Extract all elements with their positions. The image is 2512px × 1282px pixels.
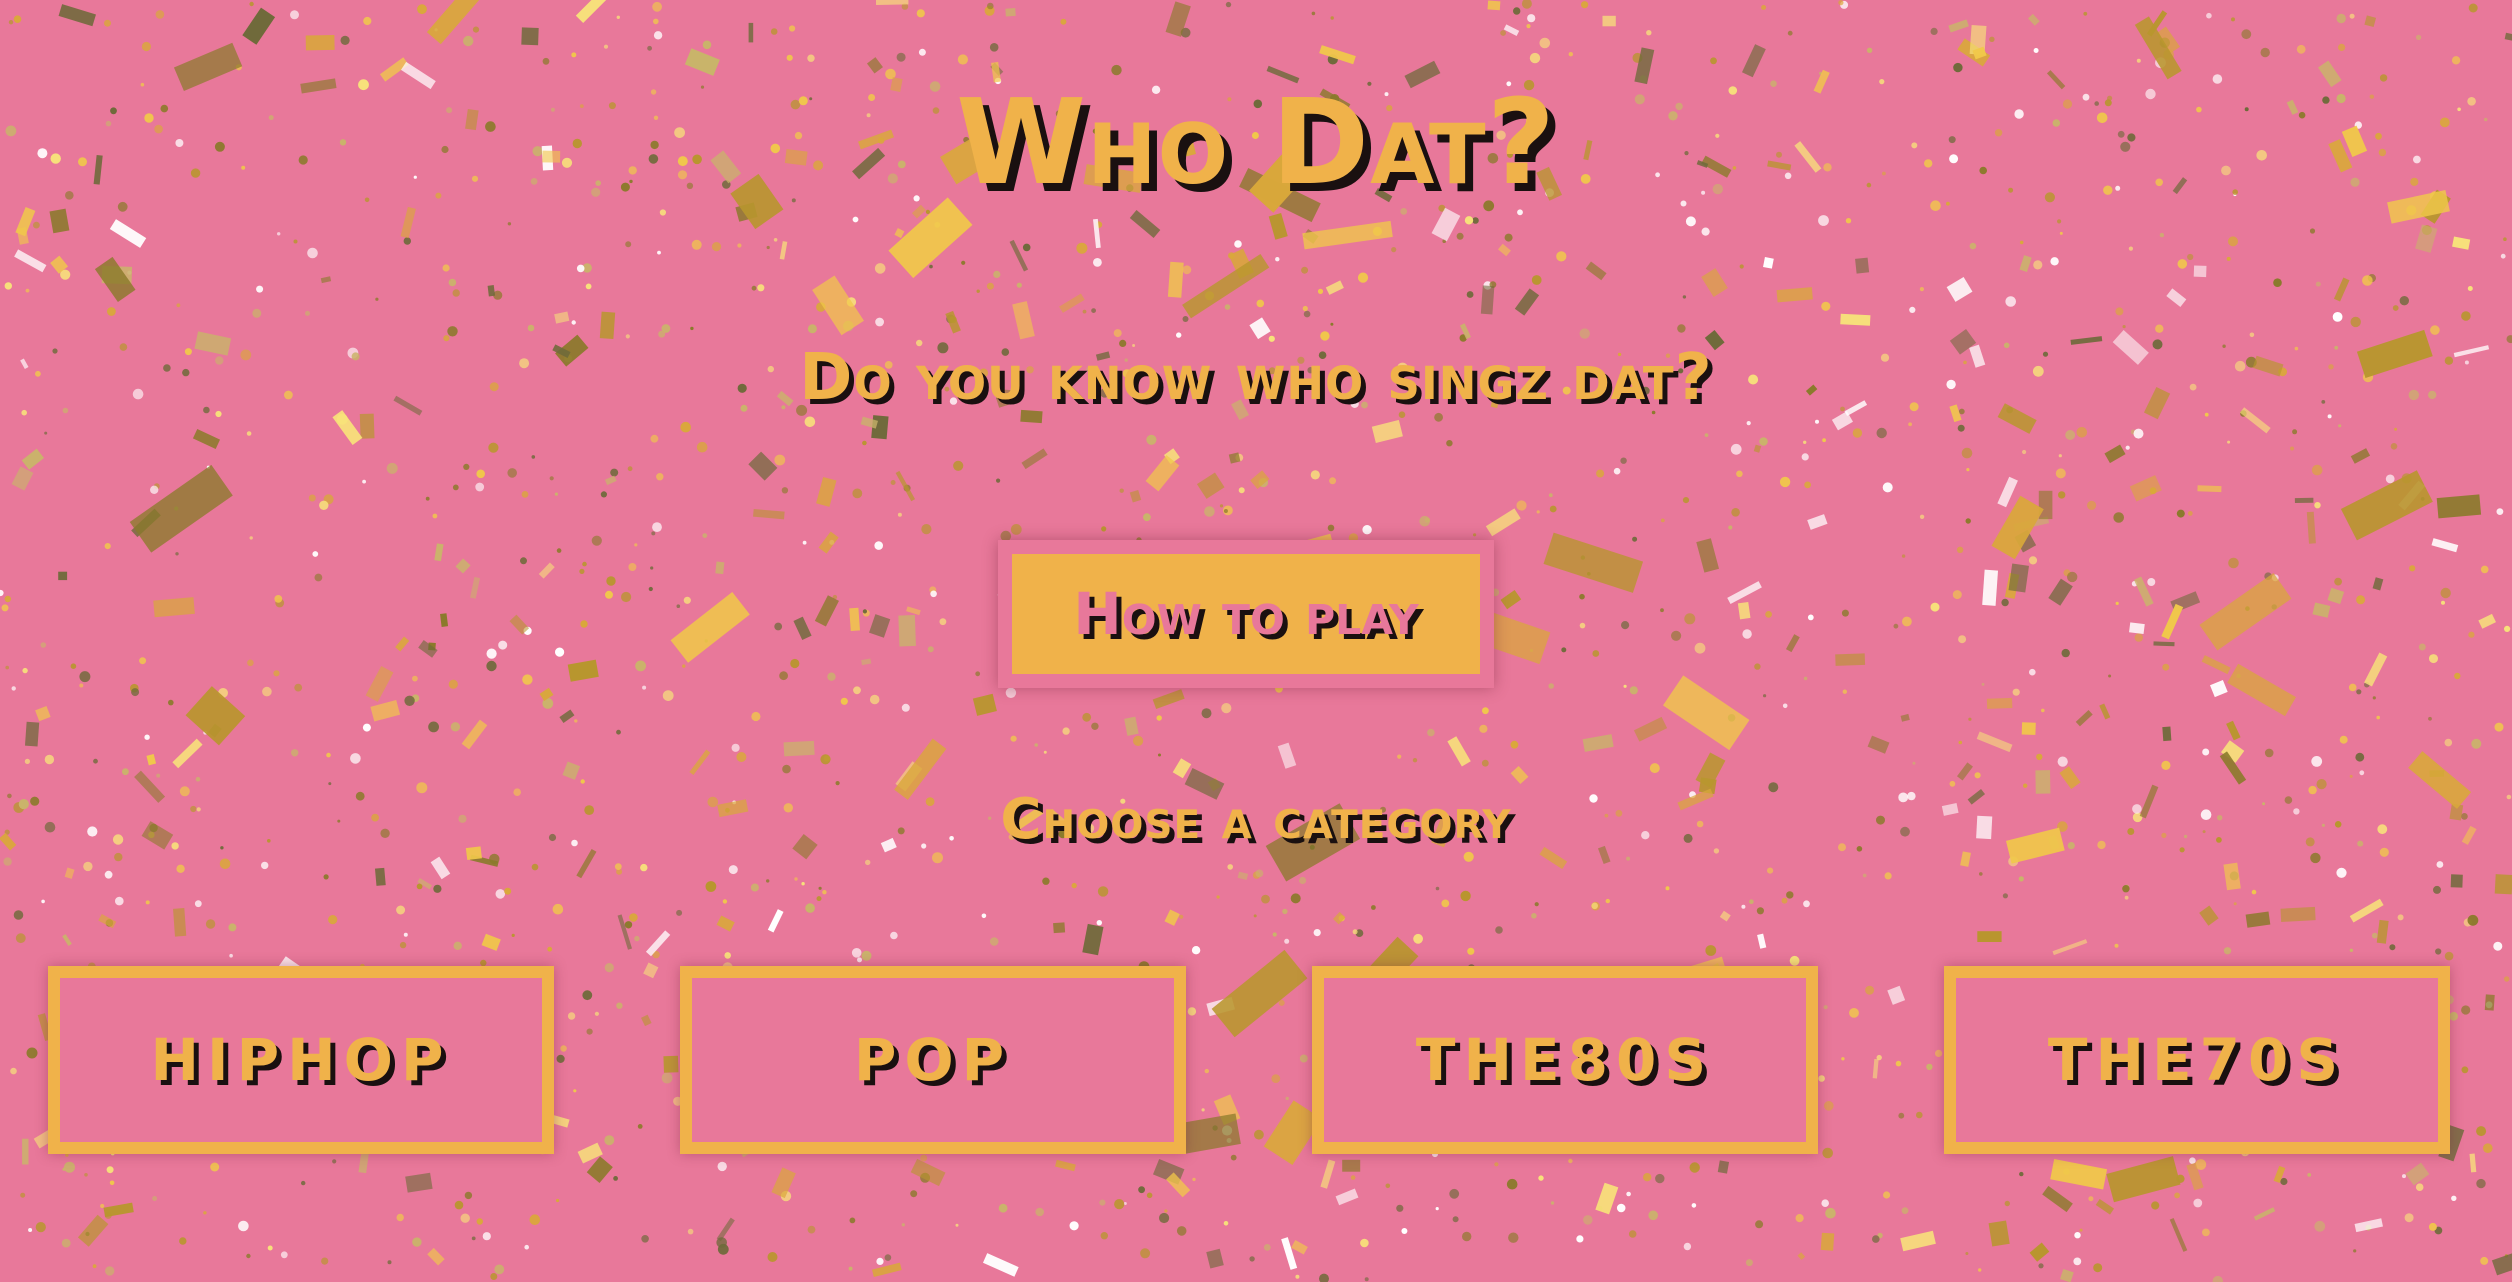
category-button-pop[interactable]: pop [680, 966, 1186, 1154]
category-label: pop [853, 1026, 1013, 1094]
category-button-hiphop[interactable]: hiphop [48, 966, 554, 1154]
tagline: Do you know who singz dat? [799, 341, 1713, 415]
game-title: Who Dat? [955, 73, 1557, 211]
choose-category-heading: Choose a category [1000, 787, 1512, 852]
how-to-play-label: How to play [1073, 580, 1419, 648]
category-label: the70s [2047, 1026, 2347, 1094]
start-screen: Who Dat? Do you know who singz dat? How … [0, 0, 2512, 1282]
how-to-play-frame: How to play [998, 540, 1494, 688]
category-label: hiphop [150, 1026, 452, 1094]
category-button-the80s[interactable]: the80s [1312, 966, 1818, 1154]
how-to-play-button[interactable]: How to play [1012, 554, 1480, 674]
category-label: the80s [1415, 1026, 1715, 1094]
category-button-the70s[interactable]: the70s [1944, 966, 2450, 1154]
